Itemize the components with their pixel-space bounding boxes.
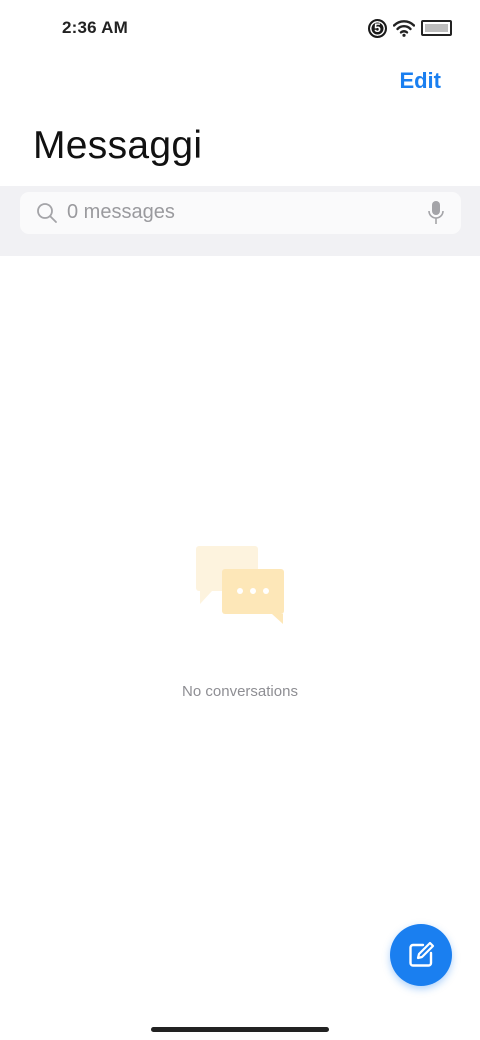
edit-button[interactable]: Edit [399, 68, 441, 94]
wifi-icon [393, 20, 415, 37]
search-placeholder: 0 messages [67, 201, 175, 223]
compose-icon [409, 941, 435, 967]
compose-button[interactable] [390, 924, 452, 986]
status-bar: 2:36 AM 5 [0, 0, 480, 56]
page-title: Messaggi [33, 124, 203, 167]
empty-state-text: No conversations [182, 683, 298, 700]
notification-badge-icon: 5 [368, 18, 387, 38]
messages-screen: 2:36 AM 5 Edit Messaggi 0 messages No co… [0, 0, 480, 1040]
chat-bubbles-icon [196, 546, 284, 624]
search-bar-container: 0 messages [0, 186, 480, 256]
battery-level [425, 24, 448, 32]
microphone-icon[interactable] [427, 200, 445, 226]
search-icon [37, 203, 57, 223]
status-icons: 5 [368, 17, 452, 39]
battery-icon [421, 20, 452, 36]
status-time: 2:36 AM [62, 18, 128, 37]
search-input[interactable]: 0 messages [20, 192, 461, 234]
home-indicator[interactable] [151, 1027, 329, 1032]
